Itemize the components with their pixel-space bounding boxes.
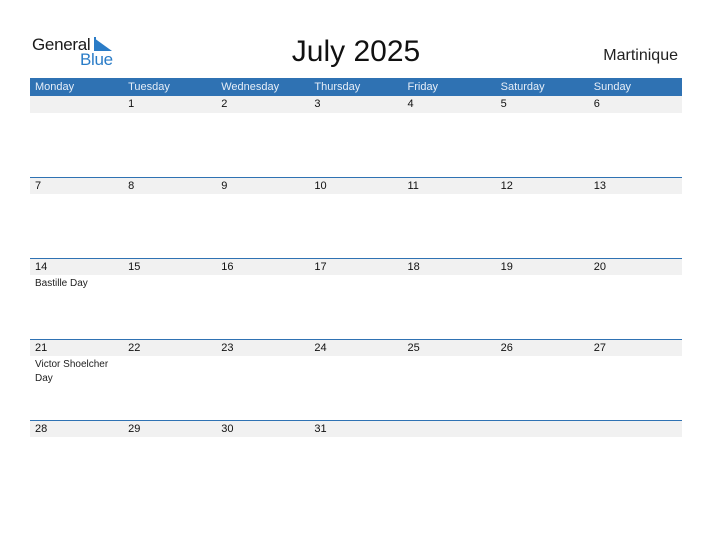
holiday-event [589, 113, 682, 115]
holiday-event [589, 356, 682, 386]
country-label: Martinique [603, 47, 678, 64]
day-number: 5 [500, 98, 507, 110]
holiday-event [123, 194, 216, 196]
weekday-wednesday: Wednesday [221, 81, 280, 93]
day-number-bar: 1 2 3 4 5 6 [30, 96, 682, 113]
day-number: 23 [221, 342, 234, 354]
day-number: 16 [221, 261, 234, 273]
day-number: 14 [35, 261, 48, 273]
day-number: 9 [221, 180, 228, 192]
holiday-event [216, 113, 309, 115]
day-number: 30 [221, 423, 234, 435]
day-number: 1 [128, 98, 135, 110]
holiday-event [403, 275, 496, 291]
holiday-event [216, 275, 309, 291]
holiday-event [496, 113, 589, 115]
day-number: 17 [314, 261, 327, 273]
day-number: 4 [407, 98, 414, 110]
holiday-event [216, 194, 309, 196]
holiday-event [589, 437, 682, 439]
holiday-event: Bastille Day [35, 278, 88, 289]
day-number: 28 [35, 423, 48, 435]
day-number-bar: 28 29 30 31 [30, 420, 682, 437]
day-number: 20 [593, 261, 606, 273]
week-row: 7 8 9 10 11 12 13 [30, 177, 682, 258]
week-row: 1 2 3 4 5 6 [30, 96, 682, 177]
day-number: 6 [593, 98, 600, 110]
day-number [496, 421, 589, 437]
holiday-event [30, 437, 123, 439]
holiday-event [309, 275, 402, 291]
day-number: 7 [35, 180, 42, 192]
holiday-event [309, 194, 402, 196]
day-number-bar: 14 15 16 17 18 19 20 [30, 258, 682, 275]
day-number [30, 96, 123, 113]
day-number: 19 [500, 261, 513, 273]
day-number [403, 421, 496, 437]
day-number: 11 [407, 180, 419, 192]
day-number: 13 [593, 180, 606, 192]
day-number [589, 421, 682, 437]
day-number: 31 [314, 423, 327, 435]
events-row: Bastille Day [30, 275, 682, 291]
events-row: Victor Shoelcher Day [30, 356, 682, 386]
day-number: 29 [128, 423, 141, 435]
weekday-monday: Monday [35, 81, 75, 93]
holiday-event [403, 437, 496, 439]
day-number: 8 [128, 180, 135, 192]
day-number: 24 [314, 342, 327, 354]
weekday-sunday: Sunday [593, 81, 632, 93]
day-number: 27 [593, 342, 606, 354]
holiday-event [309, 356, 402, 386]
holiday-event [309, 113, 402, 115]
holiday-event [589, 194, 682, 196]
calendar-grid: Monday Tuesday Wednesday Thursday Friday… [30, 78, 682, 501]
day-number: 10 [314, 180, 327, 192]
week-row: 21 22 23 24 25 26 27 Victor Shoelcher Day [30, 339, 682, 420]
events-row [30, 113, 682, 115]
day-number: 15 [128, 261, 141, 273]
week-row: 14 15 16 17 18 19 20 Bastille Day [30, 258, 682, 339]
holiday-event [496, 437, 589, 439]
holiday-event [403, 356, 496, 386]
holiday-event [496, 275, 589, 291]
day-number-bar: 7 8 9 10 11 12 13 [30, 177, 682, 194]
weekday-thursday: Thursday [314, 81, 361, 93]
events-row [30, 437, 682, 439]
weekday-tuesday: Tuesday [128, 81, 170, 93]
day-number-bar: 21 22 23 24 25 26 27 [30, 339, 682, 356]
events-row [30, 194, 682, 196]
holiday-event [123, 356, 216, 386]
holiday-event: Victor Shoelcher Day [35, 359, 109, 384]
holiday-event [403, 113, 496, 115]
holiday-event [496, 194, 589, 196]
holiday-event [216, 437, 309, 439]
day-number: 21 [35, 342, 48, 354]
holiday-event [30, 194, 123, 196]
holiday-event [589, 275, 682, 291]
day-number: 25 [407, 342, 420, 354]
day-number: 2 [221, 98, 228, 110]
day-number: 26 [500, 342, 513, 354]
holiday-event [216, 356, 309, 386]
weekday-friday: Friday [407, 81, 439, 93]
holiday-event [30, 113, 123, 115]
weekday-header: Monday Tuesday Wednesday Thursday Friday… [30, 78, 682, 96]
day-number: 22 [128, 342, 141, 354]
weekday-saturday: Saturday [500, 81, 545, 93]
holiday-event [123, 113, 216, 115]
holiday-event [309, 437, 402, 439]
day-number: 12 [500, 180, 513, 192]
week-row: 28 29 30 31 [30, 420, 682, 501]
day-number: 3 [314, 98, 321, 110]
holiday-event [123, 437, 216, 439]
holiday-event [496, 356, 589, 386]
holiday-event [123, 275, 216, 291]
holiday-event [403, 194, 496, 196]
day-number: 18 [407, 261, 420, 273]
